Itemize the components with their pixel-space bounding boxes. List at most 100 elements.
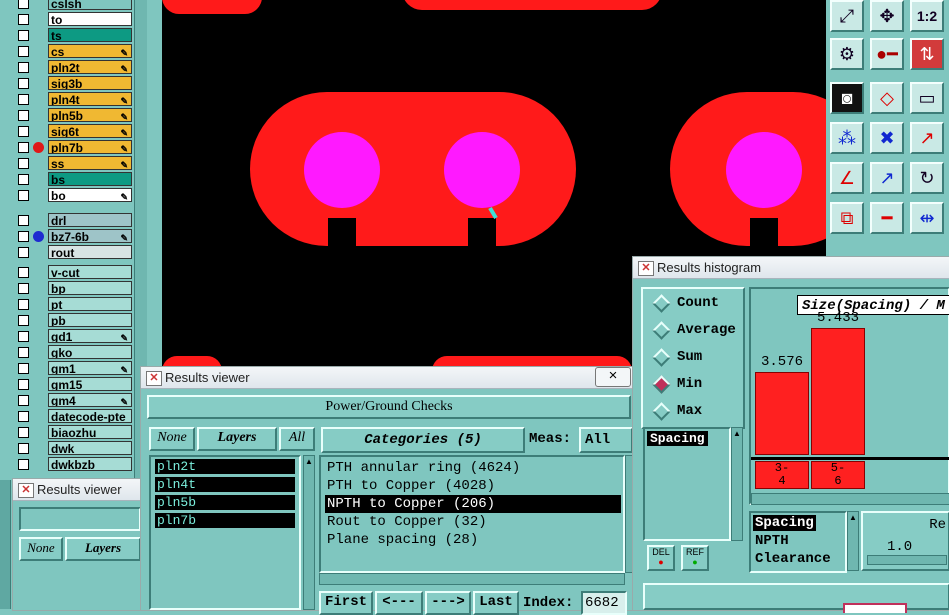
first-button[interactable]: First: [319, 591, 373, 615]
results-viewer-small-titlebar[interactable]: ✕ Results viewer: [13, 479, 141, 501]
prev-button[interactable]: <---: [375, 591, 423, 615]
layer-name[interactable]: cslsh: [48, 0, 132, 10]
layer-checkbox[interactable]: [18, 331, 29, 342]
category-item[interactable]: NPTH to Copper (206): [325, 495, 621, 513]
all-button[interactable]: All: [279, 427, 315, 451]
layer-checkbox[interactable]: [18, 267, 29, 278]
layer-name[interactable]: bz7-6b ✎: [48, 229, 132, 243]
bottom-list-item[interactable]: Clearance: [753, 551, 833, 567]
layer-name[interactable]: bp: [48, 281, 132, 295]
layer-name[interactable]: bo ✎: [48, 188, 132, 202]
layer-row[interactable]: drl: [14, 213, 132, 228]
category-item[interactable]: PTH annular ring (4624): [325, 459, 520, 477]
measure-item[interactable]: Spacing: [647, 431, 708, 446]
last-button[interactable]: Last: [473, 591, 519, 615]
layer-name[interactable]: gm4 ✎: [48, 393, 132, 407]
layer-name[interactable]: gm15: [48, 377, 132, 391]
layer-row[interactable]: gko: [14, 345, 132, 360]
layer-name[interactable]: dwk: [48, 441, 132, 455]
layer-checkbox[interactable]: [18, 110, 29, 121]
layer-row[interactable]: gm15: [14, 377, 132, 392]
layer-row[interactable]: dwk: [14, 441, 132, 456]
measure-tool-icon[interactable]: ●━: [870, 38, 904, 70]
drill-hole[interactable]: [726, 132, 802, 208]
result-layer-item[interactable]: pln4t: [155, 477, 295, 492]
connect-nodes-icon[interactable]: ⁂: [830, 122, 864, 154]
category-item[interactable]: PTH to Copper (4028): [325, 477, 495, 495]
mode-radio-count[interactable]: Count: [652, 293, 719, 313]
layer-row[interactable]: gm1 ✎: [14, 361, 132, 376]
measure-list-scrollbar[interactable]: ▲: [731, 427, 743, 541]
bin-label-box[interactable]: 5- 6: [811, 461, 865, 489]
chart-hscrollbar[interactable]: [751, 493, 949, 505]
layer-checkbox[interactable]: [18, 0, 29, 9]
layer-checkbox[interactable]: [18, 78, 29, 89]
layer-checkbox[interactable]: [18, 46, 29, 57]
layer-checkbox[interactable]: [18, 215, 29, 226]
edit-shape-icon[interactable]: ◇: [870, 82, 904, 114]
bottom-measure-list[interactable]: Spacing NPTH Clearance: [749, 511, 847, 573]
net-tool-icon[interactable]: ⇅: [910, 38, 944, 70]
layer-checkbox[interactable]: [18, 315, 29, 326]
layer-results-scrollbar[interactable]: ▲: [303, 455, 315, 610]
layer-checkbox[interactable]: [18, 142, 29, 153]
layer-row[interactable]: pb: [14, 313, 132, 328]
layer-checkbox[interactable]: [18, 158, 29, 169]
bottom-list-item[interactable]: Spacing: [753, 515, 816, 531]
layer-name[interactable]: biaozhu: [48, 425, 132, 439]
layer-row[interactable]: bz7-6b ✎: [14, 229, 132, 244]
layer-row[interactable]: v-cut: [14, 265, 132, 280]
layer-checkbox[interactable]: [18, 411, 29, 422]
layer-name[interactable]: pln7b ✎: [48, 140, 132, 154]
layer-row[interactable]: bo ✎: [14, 188, 132, 203]
layer-row[interactable]: pln7b ✎: [14, 140, 132, 155]
layer-row[interactable]: rout: [14, 245, 132, 260]
layer-name[interactable]: dwkbzb: [48, 457, 132, 471]
layer-checkbox[interactable]: [18, 174, 29, 185]
layer-checkbox[interactable]: [18, 126, 29, 137]
categories-list[interactable]: PTH annular ring (4624) PTH to Copper (40…: [319, 455, 625, 573]
result-layer-item[interactable]: pln5b: [155, 495, 295, 510]
mode-radio-sum[interactable]: Sum: [652, 347, 702, 367]
layer-row[interactable]: bp: [14, 281, 132, 296]
line-measure-icon[interactable]: ↗: [870, 162, 904, 194]
layer-name[interactable]: gd1 ✎: [48, 329, 132, 343]
mode-radio-min[interactable]: Min: [652, 374, 702, 394]
layer-name[interactable]: cs ✎: [48, 44, 132, 58]
next-button[interactable]: --->: [425, 591, 471, 615]
layer-row[interactable]: gm4 ✎: [14, 393, 132, 408]
layer-name[interactable]: drl: [48, 213, 132, 227]
layer-name[interactable]: datecode-pte: [48, 409, 132, 423]
layer-name[interactable]: sig3b: [48, 76, 132, 90]
layer-checkbox[interactable]: [18, 283, 29, 294]
layer-checkbox[interactable]: [18, 94, 29, 105]
category-item[interactable]: Plane spacing (28): [325, 531, 478, 549]
layer-row[interactable]: pln5b ✎: [14, 108, 132, 123]
index-field[interactable]: 6682: [581, 591, 627, 615]
bottom-list-item[interactable]: NPTH: [753, 533, 791, 549]
layer-row[interactable]: ts: [14, 28, 132, 43]
none-button[interactable]: None: [149, 427, 195, 451]
pan-move-icon[interactable]: ✥: [870, 0, 904, 32]
cross-point-icon[interactable]: ✖: [870, 122, 904, 154]
layer-row[interactable]: pln2t ✎: [14, 60, 132, 75]
layer-checkbox[interactable]: [18, 231, 29, 242]
layer-row[interactable]: sig6t ✎: [14, 124, 132, 139]
mode-radio-average[interactable]: Average: [652, 320, 736, 340]
layer-checkbox[interactable]: [18, 363, 29, 374]
layer-row[interactable]: gd1 ✎: [14, 329, 132, 344]
layer-name[interactable]: bs: [48, 172, 132, 186]
close-button[interactable]: ×: [595, 367, 631, 387]
layer-row[interactable]: pln4t ✎: [14, 92, 132, 107]
layer-row[interactable]: pt: [14, 297, 132, 312]
layer-checkbox[interactable]: [18, 347, 29, 358]
layer-results-list[interactable]: pln2t pln4t pln5b pln7b: [149, 455, 301, 610]
layer-checkbox[interactable]: [18, 379, 29, 390]
layer-name[interactable]: ss ✎: [48, 156, 132, 170]
layer-checkbox[interactable]: [18, 247, 29, 258]
layer-name[interactable]: pln5b ✎: [48, 108, 132, 122]
rotate-icon[interactable]: ↻: [910, 162, 944, 194]
layer-offset-icon[interactable]: ⧉: [830, 202, 864, 234]
range-slider[interactable]: [867, 555, 947, 565]
layer-row[interactable]: sig3b: [14, 76, 132, 91]
